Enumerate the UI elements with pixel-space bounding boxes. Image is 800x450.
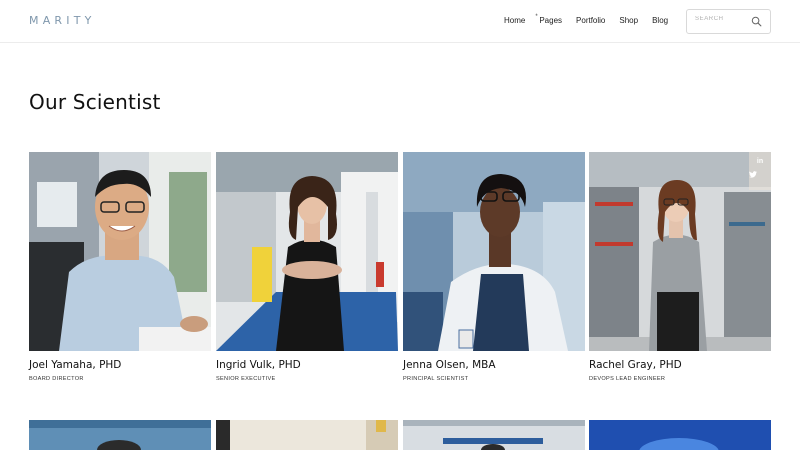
team-member-name[interactable]: Ingrid Vulk, PHD — [216, 359, 398, 371]
team-photo[interactable] — [403, 152, 585, 351]
team-photo[interactable] — [216, 420, 398, 450]
site-logo[interactable]: MARITY — [29, 14, 96, 27]
nav-item-home[interactable]: Home — [504, 16, 525, 25]
team-card[interactable]: Joel Yamaha, PHD BOARD DIRECTOR — [29, 152, 211, 382]
search-input[interactable] — [695, 16, 750, 22]
site-header: MARITY Home * Pages Portfolio Shop Blog — [0, 0, 800, 43]
search-box — [686, 9, 771, 34]
social-links: in — [749, 152, 771, 190]
nav-item-portfolio[interactable]: Portfolio — [576, 16, 605, 25]
nav-item-shop[interactable]: Shop — [619, 16, 638, 25]
search-icon[interactable] — [751, 16, 762, 27]
page-title: Our Scientist — [29, 90, 161, 114]
team-member-role: SENIOR EXECUTIVE — [216, 376, 276, 382]
nav-item-pages[interactable]: * Pages — [535, 14, 563, 25]
team-card[interactable]: in Rachel Gray, PHD DEVOPS LEAD ENGINEER — [589, 152, 771, 382]
twitter-icon[interactable] — [749, 171, 771, 190]
team-member-role: DEVOPS LEAD ENGINEER — [589, 376, 666, 382]
team-photo[interactable] — [29, 152, 211, 351]
team-member-role: BOARD DIRECTOR — [29, 376, 84, 382]
dropdown-marker-icon: * — [535, 14, 538, 20]
team-photo[interactable] — [403, 420, 585, 450]
team-card[interactable]: Ingrid Vulk, PHD SENIOR EXECUTIVE — [216, 152, 398, 382]
nav-item-pages-label: Pages — [539, 16, 563, 25]
team-member-role: PRINCIPAL SCIENTIST — [403, 376, 469, 382]
main-nav: Home * Pages Portfolio Shop Blog — [504, 14, 682, 25]
team-member-name[interactable]: Jenna Olsen, MBA — [403, 359, 585, 371]
team-card[interactable]: Jenna Olsen, MBA PRINCIPAL SCIENTIST — [403, 152, 585, 382]
team-photo[interactable]: in — [589, 152, 771, 351]
nav-item-blog[interactable]: Blog — [652, 16, 668, 25]
team-photo[interactable] — [29, 420, 211, 450]
linkedin-icon[interactable]: in — [749, 152, 771, 171]
team-photo[interactable] — [589, 420, 771, 450]
team-member-name[interactable]: Joel Yamaha, PHD — [29, 359, 211, 371]
team-photo[interactable] — [216, 152, 398, 351]
team-member-name[interactable]: Rachel Gray, PHD — [589, 359, 771, 371]
